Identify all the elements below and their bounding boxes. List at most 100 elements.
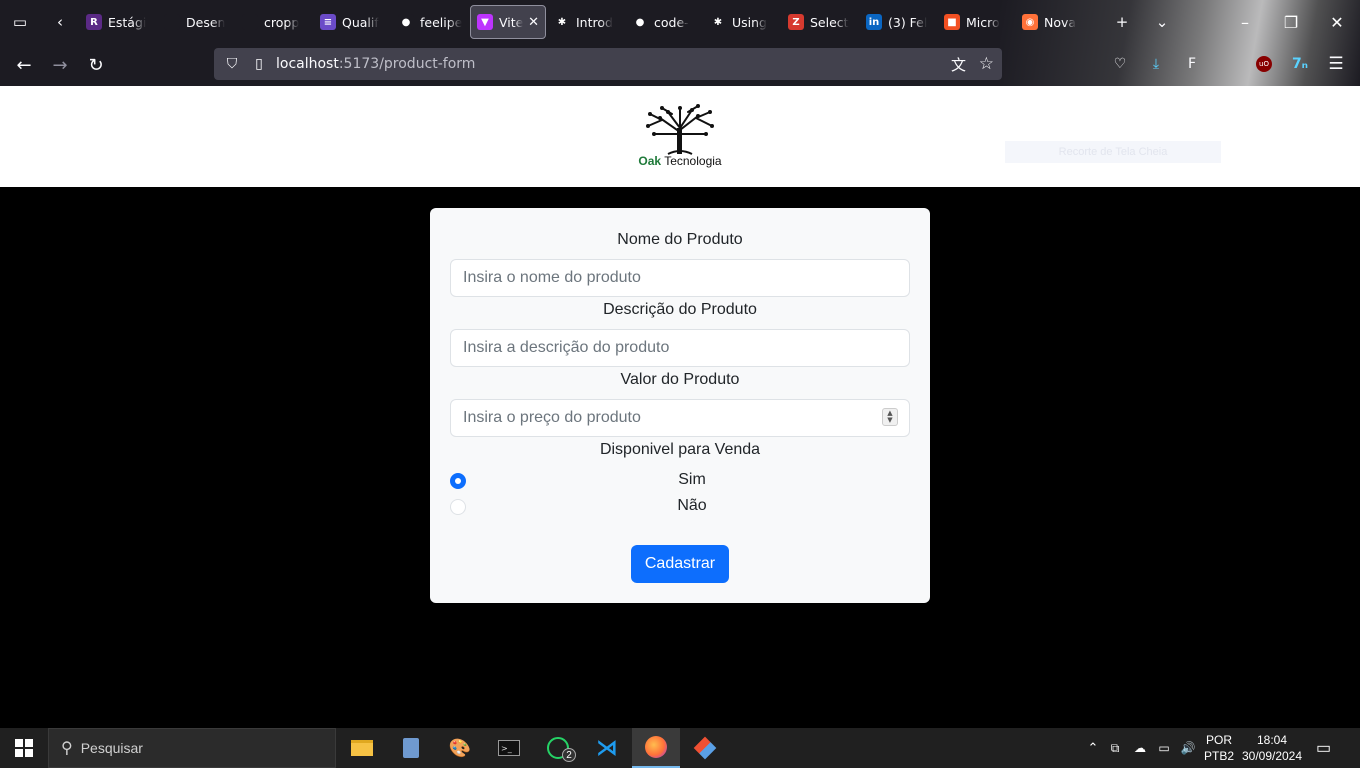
tab-label: code-	[654, 14, 689, 30]
paint-app[interactable]: 🎨	[436, 728, 484, 768]
tab-favicon-icon: R	[86, 14, 102, 30]
extension-f-icon[interactable]: F	[1178, 50, 1206, 78]
url-bar[interactable]: ⛉ ▯ localhost:5173/product-form 文 ☆	[214, 48, 1002, 80]
onedrive-icon[interactable]: ☁	[1128, 741, 1152, 755]
search-icon: ⚲	[61, 740, 73, 757]
reload-button[interactable]: ↻	[78, 49, 114, 81]
taskbar-search[interactable]: ⚲ Pesquisar	[48, 728, 336, 768]
tab-favicon-icon	[242, 14, 258, 30]
logo-brand: Oak	[638, 154, 662, 168]
tab-favicon-icon: ▼	[477, 14, 493, 30]
tab-favicon-icon: ■	[944, 14, 960, 30]
browser-tab[interactable]: Desen	[158, 5, 234, 39]
tab-list-icon[interactable]: ▭	[0, 0, 40, 44]
tab-label: Vite	[499, 14, 524, 30]
pocket-icon[interactable]: ♡	[1106, 50, 1134, 78]
search-placeholder: Pesquisar	[80, 740, 143, 756]
page-icon[interactable]: ▯	[250, 56, 268, 72]
browser-tab[interactable]: ✱ Introd	[548, 5, 624, 39]
browser-tab[interactable]: ◉ Nova	[1016, 5, 1092, 39]
firefox-icon	[645, 736, 667, 758]
tab-label: Desen	[186, 14, 226, 30]
tab-label: Qualif	[342, 14, 379, 30]
back-button[interactable]: ←	[6, 49, 42, 81]
browser-tab[interactable]: ● code-	[626, 5, 702, 39]
radio-yes-label: Sim	[678, 471, 706, 488]
price-field: ▲▼	[430, 399, 930, 437]
tab-favicon-icon: ✱	[710, 14, 726, 30]
ublock-icon[interactable]: uO	[1250, 50, 1278, 78]
file-explorer-app[interactable]	[338, 728, 386, 768]
system-tray: ⌃ ⧉ ☁ ▭ 🔊	[1084, 728, 1200, 768]
tab-overflow-chevron-icon[interactable]: ⌄	[1142, 0, 1182, 44]
whatsapp-badge: 2	[562, 748, 576, 762]
volume-icon[interactable]: 🔊	[1176, 741, 1200, 755]
start-button[interactable]	[0, 728, 48, 768]
close-window-button[interactable]: ✕	[1314, 0, 1360, 44]
browser-tab[interactable]: ✱ Using	[704, 5, 780, 39]
network-icon[interactable]: ▭	[1152, 741, 1176, 755]
calculator-icon	[403, 738, 419, 758]
submit-button[interactable]: Cadastrar	[631, 545, 729, 583]
minimize-button[interactable]: –	[1222, 0, 1268, 44]
browser-tab[interactable]: cropp	[236, 5, 312, 39]
lang-bottom: PTB2	[1204, 749, 1235, 763]
price-label: Valor do Produto	[620, 371, 740, 388]
tab-label: Introd	[576, 14, 613, 30]
product-form-card: Nome do Produto Descrição do Produto Val…	[430, 208, 930, 603]
product-name-input[interactable]	[450, 259, 910, 297]
browser-tab[interactable]: ▼ Vite ✕	[470, 5, 546, 39]
tab-favicon-icon: Z	[788, 14, 804, 30]
terminal-app[interactable]: >_	[485, 728, 533, 768]
browser-tab[interactable]: R Estági	[80, 5, 156, 39]
restore-button[interactable]: ❐	[1268, 0, 1314, 44]
scroll-tabs-left-icon[interactable]: ‹	[40, 0, 80, 44]
clock[interactable]: 18:04 30/09/2024	[1242, 728, 1302, 768]
tab-label: feelipe	[420, 14, 462, 30]
product-description-input[interactable]	[450, 329, 910, 367]
browser-tab[interactable]: ■ Micro	[938, 5, 1014, 39]
tab-label: Nova	[1044, 14, 1077, 30]
terminal-icon: >_	[498, 740, 520, 756]
show-hidden-icons-icon[interactable]: ⌃	[1084, 740, 1102, 756]
url-text[interactable]: localhost:5173/product-form	[276, 56, 475, 72]
calculator-app[interactable]	[387, 728, 435, 768]
nav-bar: ← → ↻ ⛉ ▯ localhost:5173/product-form 文 …	[0, 44, 1360, 86]
tab-favicon-icon: ●	[398, 14, 414, 30]
tab-label: Using	[732, 14, 767, 30]
radio-option-no[interactable]: Não	[450, 497, 910, 517]
oak-logo: Oak Tecnologia	[632, 104, 728, 170]
shield-icon[interactable]: ⛉	[222, 56, 242, 72]
downloads-icon[interactable]: ⤓	[1142, 50, 1170, 78]
vscode-app[interactable]: ⋊	[583, 728, 631, 768]
menu-icon[interactable]: ☰	[1322, 50, 1350, 78]
tab-label: (3) Fel	[888, 14, 928, 30]
meet-now-icon[interactable]: ⧉	[1102, 741, 1128, 756]
browser-tab[interactable]: ≡ Qualif	[314, 5, 390, 39]
firefox-app[interactable]	[632, 728, 680, 768]
tree-icon	[646, 104, 714, 155]
new-tab-button[interactable]: +	[1102, 0, 1142, 44]
browser-tab[interactable]: ● feelipe	[392, 5, 468, 39]
tab-label: Micro	[966, 14, 1000, 30]
radio-option-yes[interactable]: Sim	[450, 471, 910, 491]
whatsapp-app[interactable]: 2	[534, 728, 582, 768]
language-indicator[interactable]: POR PTB2	[1204, 728, 1234, 768]
git-icon	[693, 736, 717, 760]
stepper-down-icon[interactable]: ▼	[887, 417, 892, 424]
close-tab-icon[interactable]: ✕	[528, 15, 539, 30]
tab-favicon-icon: ●	[632, 14, 648, 30]
tab-favicon-icon: ✱	[554, 14, 570, 30]
translator-extension-icon[interactable]: 7ₙ	[1286, 50, 1314, 78]
translate-icon[interactable]: 文	[951, 54, 966, 75]
notifications-icon[interactable]: ▭	[1316, 728, 1331, 768]
windows-logo-icon	[15, 739, 33, 757]
browser-tab[interactable]: in (3) Fel	[860, 5, 936, 39]
bookmark-star-icon[interactable]: ☆	[979, 54, 994, 74]
forward-button[interactable]: →	[42, 49, 78, 81]
git-app[interactable]	[681, 728, 729, 768]
browser-tab[interactable]: Z Select	[782, 5, 858, 39]
product-price-input[interactable]	[450, 399, 910, 437]
number-stepper[interactable]: ▲ ▼	[882, 408, 898, 426]
folder-icon	[351, 740, 373, 756]
